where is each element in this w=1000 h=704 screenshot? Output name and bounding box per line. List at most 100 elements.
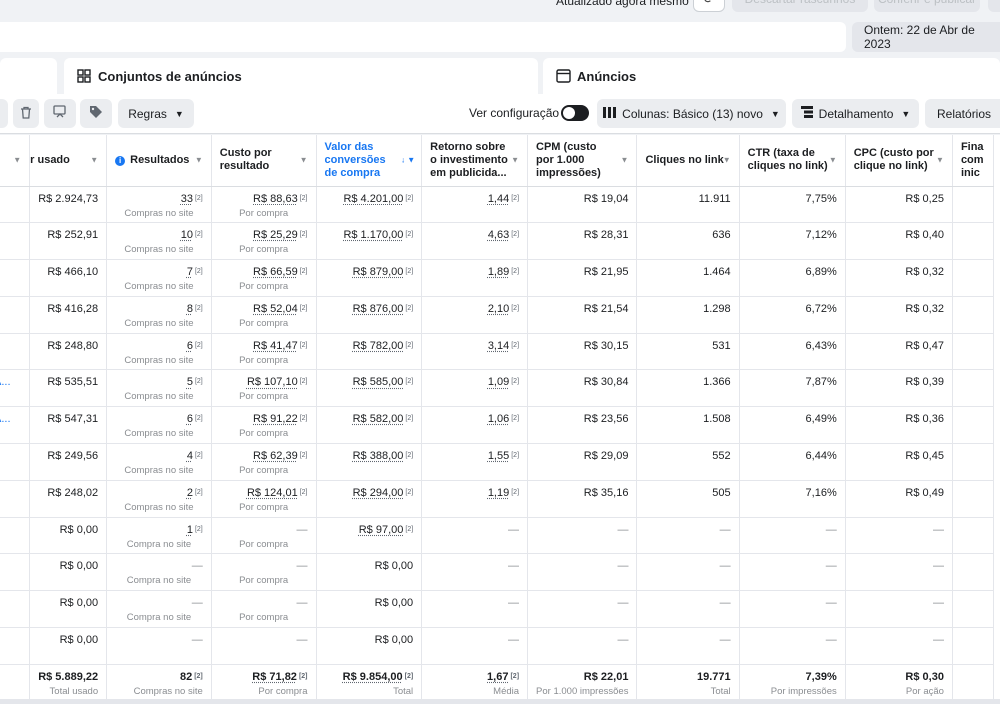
cell-value: R$ 294,00: [352, 486, 404, 499]
table-row[interactable]: oR$ 252,9110[2]Compras no siteR$ 25,29[2…: [0, 222, 995, 261]
cell-value: 4: [186, 450, 193, 463]
edit-button[interactable]: [0, 99, 8, 128]
row-name[interactable]: o: [0, 590, 31, 629]
footnote-marker: [2]: [194, 231, 203, 239]
cell-subtext: Por 1.000 impressões: [536, 685, 629, 697]
row-name[interactable]: [0, 186, 31, 224]
cell-value: 1,06: [487, 413, 510, 426]
cell-subtext: Compras no site: [124, 428, 194, 440]
refresh-button[interactable]: ⟳: [693, 0, 725, 12]
tab-ads[interactable]: Anúncios: [543, 58, 1000, 94]
row-name[interactable]: o: [0, 553, 31, 592]
tag-button[interactable]: [80, 99, 112, 128]
reports-dropdown[interactable]: Relatórios▼: [925, 99, 1000, 128]
col-header-extra[interactable]: Fina com inic: [952, 135, 995, 187]
col-header-cpm[interactable]: CPM (custo por 1.000 impressões) ▼: [527, 135, 638, 187]
view-config-toggle[interactable]: [561, 105, 589, 121]
cell-value: R$ 107,10: [246, 376, 298, 389]
table-row[interactable]: o R$ 0,00 — Compra no site — Por compra R$ 0,0…: [0, 553, 995, 592]
breakdown-dropdown[interactable]: Detalhamento ▼: [792, 99, 919, 128]
columns-dropdown[interactable]: Colunas: Básico (13) novo ▼: [597, 99, 786, 128]
cell-value: R$ 0,30: [905, 670, 944, 683]
cpm-cell: R$ 35,16: [527, 480, 638, 518]
row-name[interactable]: o: [0, 222, 31, 261]
cell-value: R$ 25,29: [253, 229, 298, 242]
col-header-cpc[interactable]: CPC (custo por clique no link) ▼: [845, 135, 953, 187]
date-range-picker[interactable]: Ontem: 22 de Abr de 2023: [852, 22, 1000, 52]
col-header-ctr[interactable]: CTR (taxa de cliques no link) ▼: [739, 135, 846, 187]
footnote-marker: [2]: [299, 194, 308, 202]
col-header-cost-per-result[interactable]: Custo por resultado ▼: [211, 135, 317, 187]
footnote-marker: [2]: [405, 488, 414, 496]
sort-caret-icon: ▼: [299, 155, 308, 165]
cost-per-result-cell: — Por compra: [211, 517, 317, 555]
col-header-roas[interactable]: Retorno sobre o investimento em publicid…: [421, 135, 529, 187]
cell-subtext: Por compra: [239, 317, 289, 329]
table-row[interactable]: R$ 2.924,73 33 [2] Compras no site R$ 88,63[…: [0, 186, 995, 224]
search-filter-bar[interactable]: [0, 22, 846, 52]
row-name[interactable]: o: [0, 333, 31, 371]
conversion-value-cell: R$ 97,00 [2]: [316, 517, 423, 555]
col-header-conversion-value[interactable]: Valor das conversões de compra ↓ ▼: [316, 135, 423, 187]
more-button[interactable]: [988, 0, 1000, 12]
row-name[interactable]: o: [0, 480, 31, 518]
ab-test-button[interactable]: [44, 99, 76, 128]
cell-value: —: [825, 560, 837, 573]
table-row[interactable]: A...R$ 535,515[2]Compras no siteR$ 107,1…: [0, 369, 995, 408]
cpc-cell: R$ 0,47: [845, 333, 953, 371]
table-row[interactable]: oR$ 248,806[2]Compras no siteR$ 41,47[2]…: [0, 333, 995, 371]
results-cell: 4 [2] Compras no site: [106, 443, 212, 481]
cost-per-result-cell: R$ 124,01 [2] Por compra: [211, 480, 317, 518]
cell-value: R$ 52,04: [253, 302, 298, 315]
delete-button[interactable]: [13, 99, 39, 128]
cell-value: 6,44%: [805, 450, 837, 463]
col-header-spent[interactable]: r usado ▼: [29, 135, 108, 187]
cell-value: R$ 0,00: [59, 597, 99, 610]
table-row[interactable]: o R$ 0,00 — — R$ 0,00 — — — — —: [0, 627, 995, 665]
cell-subtext: Compras no site: [133, 685, 203, 697]
cell-value: —: [719, 560, 731, 573]
rules-dropdown[interactable]: Regras ▼: [118, 99, 194, 128]
ctr-cell: 6,43%: [739, 333, 846, 371]
roas-cell: 4,63 [2]: [421, 222, 529, 261]
cell-value: 1,55: [487, 450, 510, 463]
row-name[interactable]: A...: [0, 369, 31, 408]
row-name[interactable]: [0, 259, 31, 297]
table-row[interactable]: oR$ 416,288[2]Compras no siteR$ 52,04[2]…: [0, 296, 995, 334]
table-row[interactable]: R$ 0,00 1 [2] Compra no site — Por compra R$ 9…: [0, 517, 995, 555]
link-clicks-cell: 552: [636, 443, 740, 481]
cell-subtext: Por compra: [239, 612, 289, 624]
cell-value: 1,89: [487, 266, 510, 279]
cell-subtext: Por compra: [239, 575, 289, 587]
tab-campaigns[interactable]: [0, 58, 57, 94]
extra-cell: [952, 553, 995, 592]
review-publish-button[interactable]: Conferir e publicar: [874, 0, 980, 12]
table-row[interactable]: R$ 466,10 7 [2] Compras no site R$ 66,59 [2] P…: [0, 259, 995, 297]
spent-cell: R$ 547,31: [29, 406, 108, 445]
cell-value: 505: [712, 486, 731, 499]
cell-value: 3,14: [487, 339, 510, 352]
cell-subtext: Por compra: [239, 391, 289, 403]
footnote-marker: [2]: [511, 304, 520, 312]
row-name[interactable]: o: [0, 627, 31, 665]
col-header-link-clicks[interactable]: Cliques no link ▼: [636, 135, 740, 187]
col-label: CTR (taxa de cliques no link): [747, 147, 828, 173]
cell-value: 7,39%: [805, 670, 837, 683]
cpm-cell: R$ 29,09: [527, 443, 638, 481]
horizontal-scrollbar[interactable]: [0, 699, 1000, 704]
row-name[interactable]: o: [0, 296, 31, 334]
table-row[interactable]: oR$ 248,022[2]Compras no siteR$ 124,01[2…: [0, 480, 995, 518]
row-name[interactable]: o: [0, 443, 31, 481]
col-header-results[interactable]: i Resultados ▼: [106, 135, 212, 187]
table-row[interactable]: o R$ 0,00 — Compra no site — Por compra R$ 0,0…: [0, 590, 995, 629]
table-row[interactable]: oR$ 249,564[2]Compras no siteR$ 62,39[2]…: [0, 443, 995, 481]
col-header-name[interactable]: ▼: [0, 135, 31, 187]
discard-drafts-button[interactable]: Descartar rascunhos: [732, 0, 868, 12]
tab-ad-sets[interactable]: Conjuntos de anúncios: [64, 58, 538, 94]
cell-value: R$ 0,49: [905, 486, 944, 499]
cpm-cell: R$ 23,56: [527, 406, 638, 445]
cell-subtext: Compras no site: [124, 207, 194, 219]
row-name[interactable]: A...: [0, 406, 31, 445]
table-row[interactable]: A...R$ 547,316[2]Compras no siteR$ 91,22…: [0, 406, 995, 445]
row-name[interactable]: [0, 517, 31, 555]
